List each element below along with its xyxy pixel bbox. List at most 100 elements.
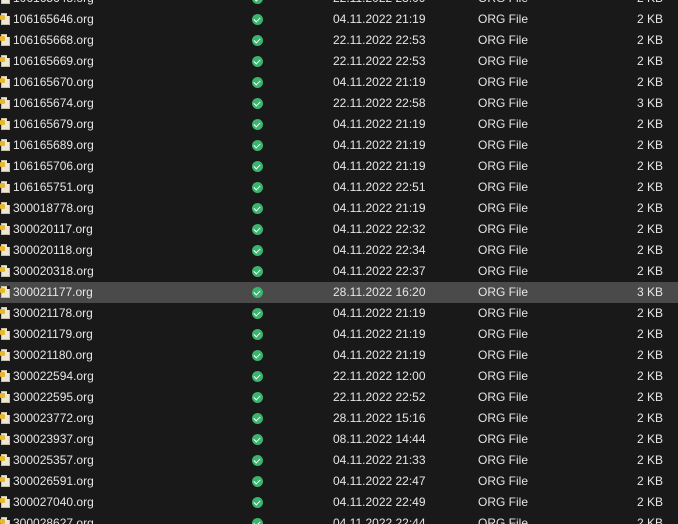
org-file-icon	[0, 55, 10, 67]
file-row[interactable]: 300021177.org 28.11.2022 16:20 ORG File …	[0, 282, 678, 303]
file-type: ORG File	[478, 432, 529, 446]
date-modified: 28.11.2022 16:20	[333, 285, 426, 299]
org-file-icon	[0, 34, 10, 46]
date-modified: 22.11.2022 22:52	[333, 390, 426, 404]
date-modified: 04.11.2022 21:19	[333, 201, 426, 215]
org-file-icon	[0, 181, 10, 193]
synced-check-icon	[252, 161, 263, 172]
synced-check-icon	[252, 140, 263, 151]
file-name: 300026591.org	[13, 474, 94, 488]
date-modified: 08.11.2022 14:44	[333, 432, 426, 446]
date-modified: 04.11.2022 21:19	[333, 348, 426, 362]
file-row[interactable]: 106165751.org 04.11.2022 22:51 ORG File …	[0, 177, 678, 198]
file-row[interactable]: 300023937.org 08.11.2022 14:44 ORG File …	[0, 429, 678, 450]
file-type: ORG File	[478, 0, 528, 9]
file-name: 106165706.org	[13, 159, 94, 173]
file-row[interactable]: 106165669.org 22.11.2022 22:53 ORG File …	[0, 51, 678, 72]
synced-check-icon	[252, 497, 263, 508]
org-file-icon	[0, 160, 10, 172]
file-name: 300021178.org	[13, 306, 93, 320]
file-row[interactable]: 300028627.org 04.11.2022 22:44 ORG File …	[0, 513, 678, 524]
file-size: 2 KB	[636, 411, 663, 425]
synced-check-icon	[252, 203, 263, 214]
org-file-icon	[0, 118, 10, 130]
file-size: 2 KB	[636, 75, 663, 89]
file-name: 106165674.org	[13, 96, 94, 110]
file-row[interactable]: 106165648.org 22.11.2022 23:09 ORG File …	[0, 0, 678, 9]
date-modified: 22.11.2022 22:53	[333, 33, 426, 47]
file-size: 2 KB	[636, 54, 663, 68]
file-row[interactable]: 300026591.org 04.11.2022 22:47 ORG File …	[0, 471, 678, 492]
file-name: 106165646.org	[13, 12, 94, 26]
file-row[interactable]: 300021180.org 04.11.2022 21:19 ORG File …	[0, 345, 678, 366]
date-modified: 22.11.2022 23:09	[333, 0, 426, 9]
file-type: ORG File	[478, 180, 529, 194]
file-size: 3 KB	[636, 285, 663, 299]
file-row[interactable]: 106165679.org 04.11.2022 21:19 ORG File …	[0, 114, 678, 135]
date-modified: 04.11.2022 21:19	[333, 12, 426, 26]
file-row[interactable]: 300021179.org 04.11.2022 21:19 ORG File …	[0, 324, 678, 345]
date-modified: 04.11.2022 22:37	[333, 264, 426, 278]
date-modified: 04.11.2022 22:49	[333, 495, 426, 509]
file-row[interactable]: 106165689.org 04.11.2022 21:19 ORG File …	[0, 135, 678, 156]
file-type: ORG File	[478, 516, 529, 524]
file-name: 300018778.org	[13, 201, 94, 215]
file-type: ORG File	[478, 201, 529, 215]
file-row[interactable]: 300022594.org 22.11.2022 12:00 ORG File …	[0, 366, 678, 387]
org-file-icon	[0, 202, 10, 214]
file-row[interactable]: 106165674.org 22.11.2022 22:58 ORG File …	[0, 93, 678, 114]
org-file-icon	[0, 370, 10, 382]
file-row[interactable]: 300027040.org 04.11.2022 22:49 ORG File …	[0, 492, 678, 513]
file-name: 300021179.org	[13, 327, 93, 341]
file-name: 300023937.org	[13, 432, 94, 446]
org-file-icon	[0, 223, 10, 235]
date-modified: 04.11.2022 21:19	[333, 306, 426, 320]
org-file-icon	[0, 76, 10, 88]
file-size: 2 KB	[636, 369, 663, 383]
file-type: ORG File	[478, 54, 529, 68]
synced-check-icon	[252, 329, 263, 340]
file-size: 2 KB	[636, 453, 663, 467]
file-row[interactable]: 300020117.org 04.11.2022 22:32 ORG File …	[0, 219, 678, 240]
file-row[interactable]: 300025357.org 04.11.2022 21:33 ORG File …	[0, 450, 678, 471]
synced-check-icon	[252, 35, 263, 46]
file-row[interactable]: 300021178.org 04.11.2022 21:19 ORG File …	[0, 303, 678, 324]
file-type: ORG File	[478, 75, 529, 89]
file-row[interactable]: 300020318.org 04.11.2022 22:37 ORG File …	[0, 261, 678, 282]
date-modified: 04.11.2022 21:19	[333, 159, 426, 173]
file-type: ORG File	[478, 474, 529, 488]
file-name: 106165751.org	[13, 180, 94, 194]
file-row[interactable]: 106165646.org 04.11.2022 21:19 ORG File …	[0, 9, 678, 30]
date-modified: 04.11.2022 21:19	[333, 117, 426, 131]
file-row[interactable]: 300023772.org 28.11.2022 15:16 ORG File …	[0, 408, 678, 429]
synced-check-icon	[252, 287, 263, 298]
org-file-icon	[0, 391, 10, 403]
synced-check-icon	[252, 224, 263, 235]
file-type: ORG File	[478, 348, 529, 362]
file-type: ORG File	[478, 411, 529, 425]
file-row[interactable]: 300018778.org 04.11.2022 21:19 ORG File …	[0, 198, 678, 219]
file-size: 2 KB	[636, 138, 663, 152]
file-size: 2 KB	[636, 243, 663, 257]
synced-check-icon	[252, 56, 263, 67]
file-row[interactable]: 106165670.org 04.11.2022 21:19 ORG File …	[0, 72, 678, 93]
date-modified: 04.11.2022 22:51	[333, 180, 426, 194]
file-row[interactable]: 300020118.org 04.11.2022 22:34 ORG File …	[0, 240, 678, 261]
date-modified: 04.11.2022 22:32	[333, 222, 426, 236]
file-type: ORG File	[478, 12, 529, 26]
file-row[interactable]: 106165706.org 04.11.2022 21:19 ORG File …	[0, 156, 678, 177]
org-file-icon	[0, 496, 10, 508]
file-type: ORG File	[478, 33, 529, 47]
file-size: 2 KB	[636, 180, 663, 194]
file-type: ORG File	[478, 96, 529, 110]
org-file-icon	[0, 244, 10, 256]
synced-check-icon	[252, 350, 263, 361]
file-row[interactable]: 106165668.org 22.11.2022 22:53 ORG File …	[0, 30, 678, 51]
file-type: ORG File	[478, 390, 529, 404]
date-modified: 04.11.2022 21:19	[333, 327, 426, 341]
file-name: 106165668.org	[13, 33, 94, 47]
file-row[interactable]: 300022595.org 22.11.2022 22:52 ORG File …	[0, 387, 678, 408]
org-file-icon	[0, 328, 10, 340]
file-type: ORG File	[478, 495, 529, 509]
synced-check-icon	[252, 434, 263, 445]
